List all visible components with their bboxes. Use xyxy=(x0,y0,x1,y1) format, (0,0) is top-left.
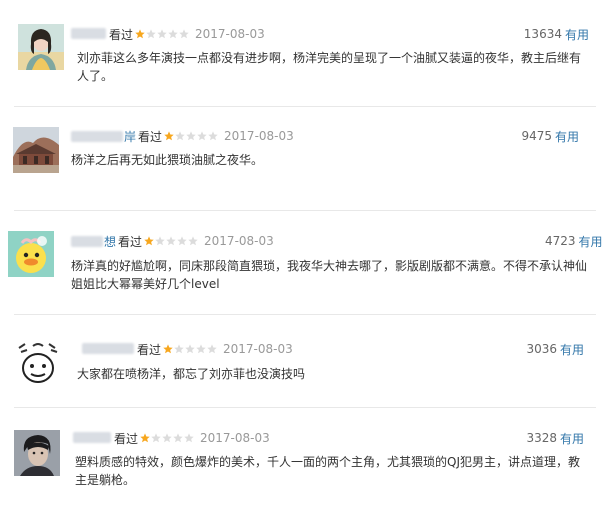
star-empty-icon xyxy=(162,433,172,443)
star-filled-icon xyxy=(140,433,150,443)
star-empty-icon xyxy=(146,29,156,39)
review-date: 2017-08-03 xyxy=(223,342,293,356)
divider xyxy=(14,314,596,315)
star-empty-icon xyxy=(157,29,167,39)
star-empty-icon xyxy=(186,131,196,141)
blurred-username xyxy=(71,235,103,247)
blurred-username xyxy=(73,432,111,443)
rating-stars xyxy=(163,344,218,354)
review-date: 2017-08-03 xyxy=(204,234,274,248)
divider xyxy=(14,106,596,107)
avatar[interactable] xyxy=(15,340,61,386)
username[interactable] xyxy=(82,342,135,356)
useful-link[interactable]: 有用 xyxy=(560,430,584,447)
useful-link[interactable]: 有用 xyxy=(565,26,589,43)
vote-count: 3328 xyxy=(526,431,557,445)
review-meta: 看过 2017-08-03 xyxy=(71,26,265,42)
vote-count: 13634 xyxy=(523,27,562,41)
useful-link[interactable]: 有用 xyxy=(555,128,579,145)
blurred-username xyxy=(71,28,106,39)
watch-status: 看过 xyxy=(114,431,139,446)
username[interactable]: 岸 xyxy=(71,128,136,145)
star-empty-icon xyxy=(197,131,207,141)
review-date: 2017-08-03 xyxy=(195,27,265,41)
review-meta: 想 看过 2017-08-03 xyxy=(71,233,274,249)
username[interactable] xyxy=(71,27,107,41)
rating-stars xyxy=(140,433,195,443)
watch-status: 看过 xyxy=(138,129,163,144)
star-filled-icon xyxy=(135,29,145,39)
avatar[interactable] xyxy=(13,127,59,173)
star-empty-icon xyxy=(207,344,217,354)
username[interactable]: 想 xyxy=(71,233,116,250)
blurred-username xyxy=(82,343,134,354)
man-portrait-icon xyxy=(14,430,60,476)
blurred-username xyxy=(71,130,123,142)
star-empty-icon xyxy=(179,29,189,39)
star-empty-icon xyxy=(173,433,183,443)
doodle-face-icon xyxy=(15,340,61,386)
review-text: 塑料质感的特效，颜色爆炸的美术，千人一面的两个主角，尤其猥琐的QJ犯男主，讲点道… xyxy=(75,455,580,487)
star-filled-icon xyxy=(164,131,174,141)
woman-portrait-icon xyxy=(18,24,64,70)
star-empty-icon xyxy=(196,344,206,354)
star-filled-icon xyxy=(163,344,173,354)
star-empty-icon xyxy=(166,236,176,246)
review-text: 刘亦菲这么多年演技一点都没有进步啊，杨洋完美的呈现了一个油腻又装逼的夜华，教主后… xyxy=(77,51,582,83)
star-empty-icon xyxy=(168,29,178,39)
vote-area: 3328 有用 xyxy=(526,430,584,446)
vote-area: 3036 有用 xyxy=(526,341,584,357)
vote-area: 4723 有用 xyxy=(545,233,603,249)
star-empty-icon xyxy=(185,344,195,354)
vote-count: 4723 xyxy=(545,234,576,248)
rating-stars xyxy=(135,29,190,39)
review-date: 2017-08-03 xyxy=(200,431,270,445)
star-empty-icon xyxy=(184,433,194,443)
star-empty-icon xyxy=(175,131,185,141)
divider xyxy=(14,407,596,408)
star-empty-icon xyxy=(155,236,165,246)
review-meta: 看过 2017-08-03 xyxy=(73,430,270,446)
review-text: 杨洋之后再无如此猥琐油腻之夜华。 xyxy=(71,153,264,167)
avatar[interactable] xyxy=(14,430,60,476)
vote-area: 13634 有用 xyxy=(524,26,589,42)
avatar[interactable] xyxy=(8,231,54,277)
review-text: 杨洋真的好尴尬啊，同床那段简直猥琐，我夜华大神去哪了，影版剧版都不满意。不得不承… xyxy=(71,259,588,291)
useful-link[interactable]: 有用 xyxy=(579,233,603,250)
review-date: 2017-08-03 xyxy=(224,129,294,143)
vote-area: 9475 有用 xyxy=(521,128,579,144)
rating-stars xyxy=(164,131,219,141)
star-empty-icon xyxy=(188,236,198,246)
username[interactable] xyxy=(73,431,112,445)
review-text: 大家都在喷杨洋，都忘了刘亦菲也没演技吗 xyxy=(77,367,306,381)
cartoon-duck-icon xyxy=(8,231,54,277)
old-building-icon xyxy=(13,127,59,173)
divider xyxy=(14,210,596,211)
star-empty-icon xyxy=(177,236,187,246)
rating-stars xyxy=(144,236,199,246)
star-empty-icon xyxy=(208,131,218,141)
vote-count: 3036 xyxy=(526,342,557,356)
review-meta: 看过 2017-08-03 xyxy=(82,341,293,357)
avatar[interactable] xyxy=(18,24,64,70)
star-filled-icon xyxy=(144,236,154,246)
useful-link[interactable]: 有用 xyxy=(560,341,584,358)
vote-count: 9475 xyxy=(521,129,552,143)
review-meta: 岸 看过 2017-08-03 xyxy=(71,128,294,144)
watch-status: 看过 xyxy=(109,27,134,42)
star-empty-icon xyxy=(151,433,161,443)
watch-status: 看过 xyxy=(118,234,143,249)
watch-status: 看过 xyxy=(137,342,162,357)
star-empty-icon xyxy=(174,344,184,354)
